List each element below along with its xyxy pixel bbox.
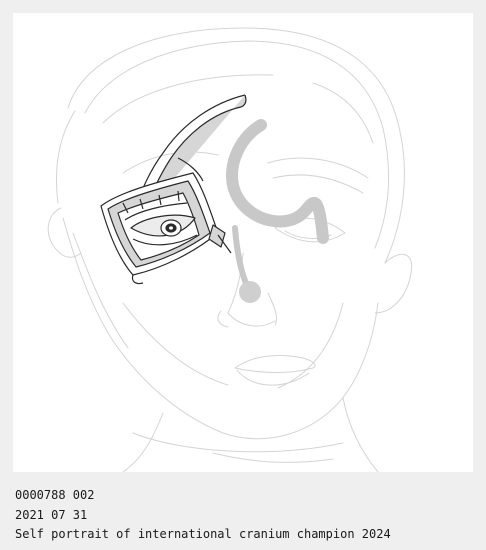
caption-block: 0000788 002 2021 07 31 Self portrait of …	[15, 486, 475, 545]
stem-shape	[232, 225, 251, 291]
date-text: 2021 07 31	[15, 507, 88, 522]
title-text: Self portrait of international cranium c…	[15, 527, 391, 541]
hook-shape	[226, 119, 329, 244]
artwork-image	[13, 13, 473, 472]
knob-shape	[239, 281, 261, 303]
face-drawing	[47, 27, 413, 472]
face-outline	[47, 27, 413, 472]
catalog-number: 0000788 002	[15, 488, 95, 502]
print-frame: 0000788 002 2021 07 31 Self portrait of …	[0, 0, 486, 550]
